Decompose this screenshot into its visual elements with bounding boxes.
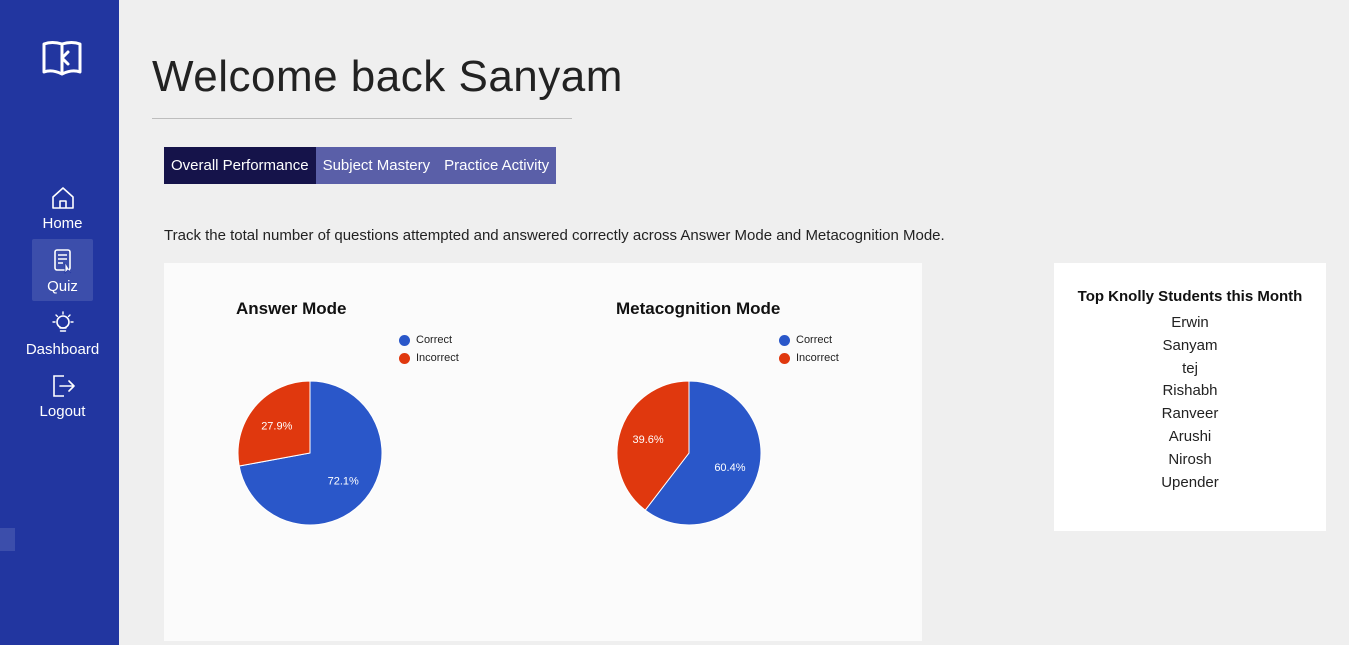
legend-item-correct: Correct — [779, 331, 839, 349]
home-icon — [50, 185, 76, 215]
sidebar-item-label: Quiz — [47, 278, 78, 295]
pie-data-label: 60.4% — [714, 462, 745, 474]
pie-data-label: 27.9% — [261, 420, 292, 432]
charts-card: Answer Mode Correct Incorrect 72.1% 27.9%… — [164, 263, 922, 641]
pie-data-label: 39.6% — [632, 434, 663, 446]
description-text: Track the total number of questions atte… — [164, 227, 945, 244]
tab-overall-performance[interactable]: Overall Performance — [164, 147, 316, 184]
sidebar-item-logout[interactable]: Logout — [32, 364, 93, 426]
chart-title-metacognition-mode: Metacognition Mode — [616, 299, 781, 318]
sidebar-item-label: Logout — [39, 403, 86, 420]
legend-dot-correct — [399, 334, 410, 346]
list-item: Nirosh — [1168, 450, 1212, 468]
page-title: Welcome back Sanyam — [152, 52, 623, 101]
legend-dot-incorrect — [399, 352, 410, 364]
chart-legend-metacognition-mode: Correct Incorrect — [779, 331, 839, 367]
leaderboard-list: Erwin Sanyam tej Rishabh Ranveer Arushi … — [1054, 312, 1326, 494]
legend-label: Correct — [416, 334, 453, 346]
legend-label: Incorrect — [796, 352, 839, 364]
leaderboard-title: Top Knolly Students this Month — [1077, 288, 1303, 305]
chart-legend-answer-mode: Correct Incorrect — [399, 331, 459, 367]
legend-dot-correct — [779, 334, 790, 346]
legend-dot-incorrect — [779, 352, 790, 364]
leaderboard-card: Top Knolly Students this Month Erwin San… — [1054, 263, 1326, 531]
list-item: Ranveer — [1161, 405, 1219, 423]
title-divider — [152, 118, 572, 119]
list-item: tej — [1182, 359, 1198, 377]
list-item: Erwin — [1171, 314, 1209, 331]
sidebar-item-dashboard[interactable]: Dashboard — [26, 302, 99, 364]
list-item: Arushi — [1168, 427, 1212, 445]
sidebar-item-label: Home — [42, 215, 83, 232]
lightbulb-icon — [50, 311, 76, 341]
legend-item-incorrect: Incorrect — [779, 349, 839, 367]
list-item: Rishabh — [1162, 382, 1218, 400]
sidebar-item-quiz[interactable]: Quiz — [32, 239, 93, 301]
sidebar: Home Quiz Dashboard Logout — [0, 0, 119, 645]
pie-data-label: 72.1% — [328, 476, 359, 488]
list-item: Upender — [1161, 473, 1219, 491]
pie-chart-answer-mode: 72.1% 27.9% — [237, 380, 383, 526]
legend-item-correct: Correct — [399, 331, 459, 349]
list-item: Sanyam — [1162, 336, 1218, 354]
performance-tabs: Overall Performance Subject Mastery Prac… — [164, 147, 557, 184]
sidebar-collapse-handle[interactable] — [0, 528, 15, 551]
legend-label: Incorrect — [416, 352, 459, 364]
sidebar-item-home[interactable]: Home — [32, 176, 93, 238]
legend-label: Correct — [796, 334, 833, 346]
logout-icon — [50, 373, 76, 403]
pie-chart-metacognition-mode: 60.4% 39.6% — [616, 380, 762, 526]
chart-title-answer-mode: Answer Mode — [236, 299, 347, 318]
quiz-icon — [50, 248, 76, 278]
tab-subject-mastery[interactable]: Subject Mastery — [315, 147, 438, 184]
legend-item-incorrect: Incorrect — [399, 349, 459, 367]
book-logo-icon[interactable] — [40, 38, 84, 78]
sidebar-item-label: Dashboard — [25, 341, 100, 358]
tab-practice-activity[interactable]: Practice Activity — [437, 147, 557, 184]
